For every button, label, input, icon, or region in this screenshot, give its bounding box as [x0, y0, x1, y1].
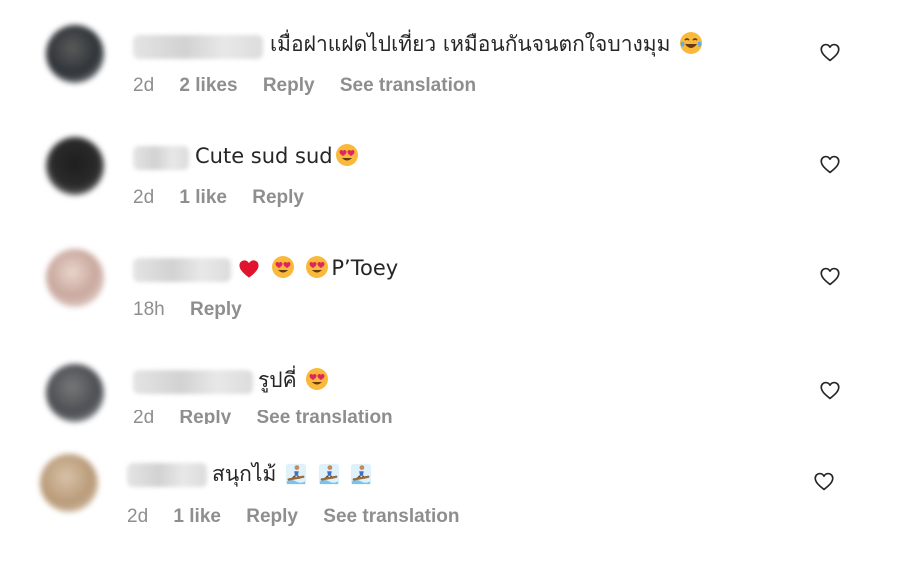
timestamp: 2d — [127, 506, 149, 527]
comment-item: รูปคี่ 2d Reply See translation — [0, 336, 908, 436]
reply-button[interactable]: Reply — [190, 299, 242, 320]
username[interactable] — [133, 146, 189, 170]
reply-button[interactable]: Reply — [263, 75, 315, 96]
see-translation-button[interactable]: See translation — [256, 410, 392, 424]
heart-outline-icon[interactable] — [820, 155, 840, 174]
surfer-icon — [318, 463, 340, 485]
timestamp: 2d — [133, 410, 155, 424]
comment-item: P’Toey 18h Reply — [0, 224, 908, 324]
red-heart-icon — [238, 259, 260, 279]
comment-text: รูปคี่ — [258, 366, 331, 394]
comment-meta: 2d Reply See translation — [133, 410, 413, 424]
see-translation-button[interactable]: See translation — [323, 506, 459, 527]
timestamp: 2d — [133, 187, 155, 208]
heart-outline-icon[interactable] — [820, 43, 840, 62]
timestamp: 18h — [133, 299, 165, 320]
username[interactable] — [133, 370, 253, 394]
heart-eyes-icon — [305, 255, 329, 279]
heart-eyes-icon — [335, 143, 359, 167]
likes-count[interactable]: 1 like — [179, 187, 227, 208]
reply-button[interactable]: Reply — [252, 187, 304, 208]
surfer-icon — [285, 463, 307, 485]
reply-button[interactable]: Reply — [179, 410, 231, 424]
avatar[interactable] — [46, 249, 104, 307]
heart-outline-icon[interactable] — [820, 381, 840, 400]
heart-outline-icon[interactable] — [814, 472, 834, 491]
reply-button[interactable]: Reply — [246, 506, 298, 527]
heart-outline-icon[interactable] — [820, 267, 840, 286]
comment-item: Cute sud sud 2d 1 like Reply — [0, 112, 908, 212]
timestamp: 2d — [133, 75, 155, 96]
heart-eyes-icon — [271, 255, 295, 279]
comment-meta: 18h Reply — [133, 299, 262, 321]
heart-eyes-icon — [305, 367, 329, 391]
comment-text: เมื่อฝาแฝดไปเที่ยว เหมือนกันจนตกใจบางมุม — [270, 30, 705, 58]
avatar[interactable] — [40, 454, 98, 512]
username[interactable] — [133, 258, 231, 282]
comment-meta-clipped: 2d Reply See translation — [0, 410, 908, 424]
comment-item: สนุกไม้ 2d 1 like Reply See translation — [0, 430, 908, 530]
see-translation-button[interactable]: See translation — [340, 75, 476, 96]
avatar[interactable] — [46, 25, 104, 83]
tears-of-joy-icon — [679, 31, 703, 55]
likes-count[interactable]: 1 like — [173, 506, 221, 527]
comment-meta: 2d 1 like Reply See translation — [127, 506, 480, 528]
likes-count[interactable]: 2 likes — [179, 75, 237, 96]
comment-text: Cute sud sud — [195, 142, 361, 170]
avatar[interactable] — [46, 137, 104, 195]
comment-meta: 2d 2 likes Reply See translation — [133, 75, 496, 97]
comment-meta: 2d 1 like Reply — [133, 187, 324, 209]
username[interactable] — [127, 463, 207, 487]
comment-text: สนุกไม้ — [212, 460, 374, 488]
comment-item: เมื่อฝาแฝดไปเที่ยว เหมือนกันจนตกใจบางมุม… — [0, 0, 908, 100]
surfer-icon — [350, 463, 372, 485]
comment-text: P’Toey — [236, 254, 398, 282]
username[interactable] — [133, 35, 263, 59]
